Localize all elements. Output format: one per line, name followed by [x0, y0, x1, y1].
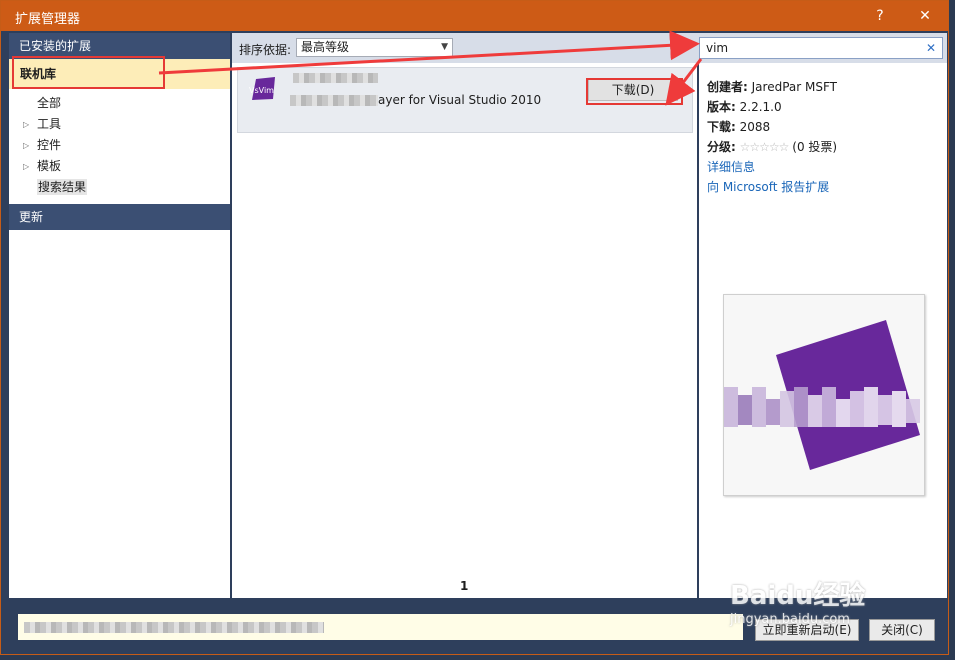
- extension-manager-window: 扩展管理器 ? ✕ 已安装的扩展 联机库 全部 ▷ 工具 ▷ 控件 ▷ 模板 搜索结果…: [0, 0, 949, 655]
- watermark-logo: Baidu经验 jingyan.baidu.com: [730, 575, 865, 627]
- annotation-arrows: [158, 30, 703, 106]
- watermark-url: jingyan.baidu.com: [730, 612, 850, 627]
- watermark-text: Baidu经验: [730, 581, 866, 611]
